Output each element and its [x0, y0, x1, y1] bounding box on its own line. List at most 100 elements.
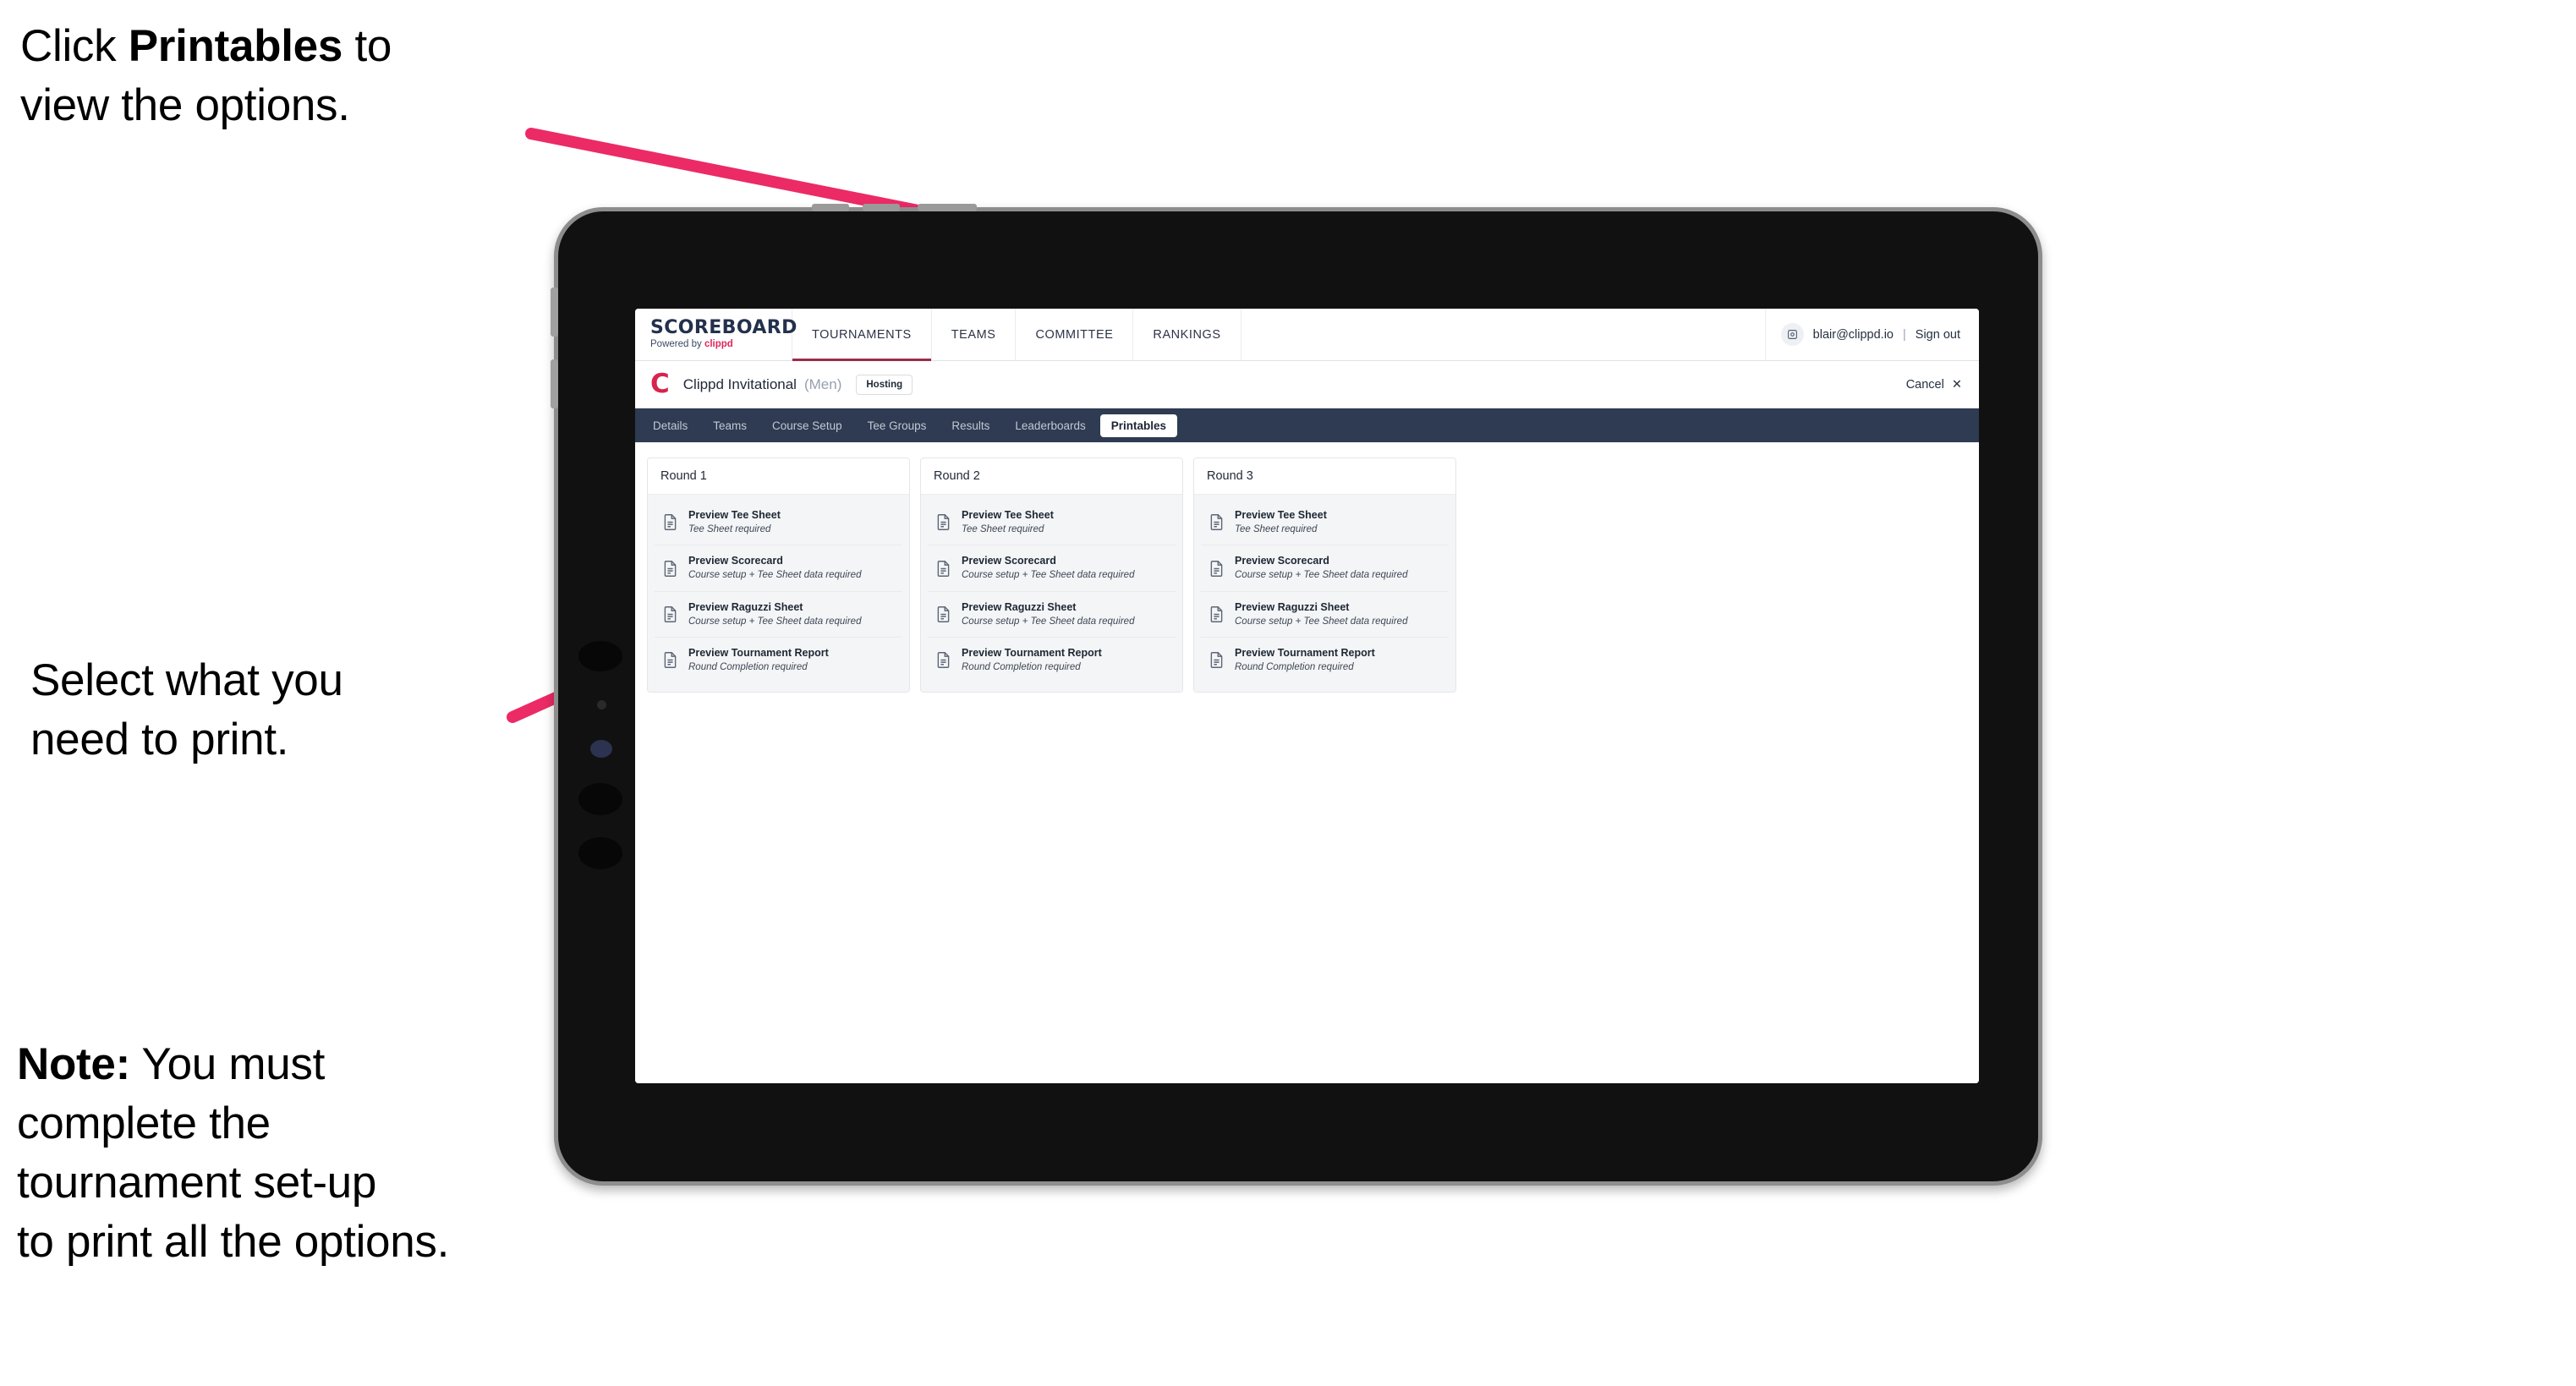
printable-title: Preview Tee Sheet [962, 509, 1054, 521]
device-speaker-icon-2 [578, 783, 622, 815]
printable-row-raguzzi-sheet[interactable]: Preview Raguzzi Sheet Course setup + Tee… [655, 592, 902, 638]
app-top-navbar: SCOREBOARD Powered by clippd TOURNAMENTS… [635, 309, 1979, 361]
printable-title: Preview Tournament Report [1235, 647, 1375, 660]
scoreboard-logo-wordmark: SCOREBOARD [650, 317, 797, 339]
printable-title: Preview Tee Sheet [1235, 509, 1327, 521]
tab-teams[interactable]: Teams [702, 414, 758, 437]
topnav-item-rankings[interactable]: RANKINGS [1133, 309, 1241, 360]
printable-row-scorecard[interactable]: Preview Scorecard Course setup + Tee She… [1201, 545, 1449, 592]
document-icon [661, 560, 679, 578]
printable-row-tee-sheet[interactable]: Preview Tee Sheet Tee Sheet required [1201, 500, 1449, 546]
annotation-1-bold: Printables [128, 21, 343, 71]
tab-label-printables: Printables [1110, 419, 1167, 432]
document-icon [934, 513, 952, 531]
printable-subtitle: Course setup + Tee Sheet data required [962, 616, 1135, 627]
printable-title: Preview Tournament Report [962, 647, 1102, 660]
printable-row-scorecard[interactable]: Preview Scorecard Course setup + Tee She… [928, 545, 1176, 592]
tablet-device: SCOREBOARD Powered by clippd TOURNAMENTS… [551, 204, 2042, 1186]
printable-title: Preview Raguzzi Sheet [1235, 600, 1350, 613]
annotation-1-text-before: Click [20, 21, 129, 71]
annotation-select-print: Select what you need to print. [30, 655, 343, 764]
tablet-screen: SCOREBOARD Powered by clippd TOURNAMENTS… [635, 309, 1979, 1083]
printable-title: Preview Scorecard [688, 555, 783, 567]
document-icon [1208, 605, 1225, 623]
user-avatar-icon[interactable] [1780, 323, 1804, 346]
device-sensor-icon [597, 700, 606, 709]
device-speaker-icon-3 [578, 837, 622, 869]
scoreboard-logo[interactable]: SCOREBOARD Powered by clippd [635, 309, 797, 360]
tab-label-details: Details [653, 419, 688, 432]
tab-leaderboards[interactable]: Leaderboards [1004, 414, 1096, 437]
device-top-button-1[interactable] [812, 204, 849, 211]
printable-subtitle: Course setup + Tee Sheet data required [1235, 570, 1408, 581]
printable-subtitle: Round Completion required [962, 662, 1081, 673]
cancel-button-label: Cancel [1905, 377, 1944, 392]
printable-row-tee-sheet[interactable]: Preview Tee Sheet Tee Sheet required [928, 500, 1176, 546]
printable-subtitle: Tee Sheet required [1235, 524, 1318, 534]
tournament-header: C Clippd Invitational (Men) Hosting Canc… [635, 361, 1979, 408]
document-icon [934, 651, 952, 669]
close-icon: ✕ [1951, 377, 1962, 392]
user-account-block: blair@clippd.io | Sign out [1766, 309, 1979, 360]
document-icon [1208, 651, 1225, 669]
annotation-click-printables: Click Printables to view the options. [20, 17, 578, 135]
printable-subtitle: Course setup + Tee Sheet data required [1235, 616, 1408, 627]
printable-row-tournament-report[interactable]: Preview Tournament Report Round Completi… [655, 638, 902, 682]
topnav-label-tournaments: TOURNAMENTS [812, 327, 912, 342]
printables-content-area: Round 1 Preview Tee Sheet Tee Sheet requ… [635, 442, 1979, 1083]
cancel-button[interactable]: Cancel ✕ [1906, 378, 1962, 392]
clippd-brand-label: clippd [704, 339, 733, 350]
tab-printables[interactable]: Printables [1099, 414, 1178, 437]
printable-title: Preview Tee Sheet [688, 509, 781, 521]
topnav-label-committee: COMMITTEE [1035, 327, 1114, 342]
document-icon [1208, 513, 1225, 531]
hosting-status-badge[interactable]: Hosting [856, 374, 913, 395]
printable-title: Preview Scorecard [962, 555, 1056, 567]
round-panel-2: Round 2 Preview Tee Sheet Tee Sheet requ… [920, 457, 1183, 693]
topnav-item-committee[interactable]: COMMITTEE [1016, 309, 1134, 360]
printable-subtitle: Course setup + Tee Sheet data required [688, 616, 862, 627]
device-top-button-2[interactable] [863, 204, 900, 211]
printable-subtitle: Round Completion required [688, 662, 808, 673]
tournament-gender-label: (Men) [803, 375, 842, 392]
round-panel-3: Round 3 Preview Tee Sheet Tee Sheet requ… [1193, 457, 1456, 693]
printable-subtitle: Course setup + Tee Sheet data required [688, 570, 862, 581]
printable-row-tournament-report[interactable]: Preview Tournament Report Round Completi… [928, 638, 1176, 682]
user-email-label: blair@clippd.io [1812, 327, 1894, 342]
printable-row-scorecard[interactable]: Preview Scorecard Course setup + Tee She… [655, 545, 902, 592]
document-icon [661, 605, 679, 623]
topnav-item-tournaments[interactable]: TOURNAMENTS [792, 309, 932, 361]
printable-row-tee-sheet[interactable]: Preview Tee Sheet Tee Sheet required [655, 500, 902, 546]
tab-label-results: Results [951, 419, 990, 432]
device-top-button-3[interactable] [918, 204, 977, 211]
device-volume-down-button[interactable] [551, 359, 558, 408]
scoreboard-logo-tagline: Powered by clippd [650, 340, 792, 350]
topnav-item-teams[interactable]: TEAMS [932, 309, 1017, 360]
printable-subtitle: Round Completion required [1235, 662, 1354, 673]
printable-subtitle: Tee Sheet required [962, 524, 1044, 534]
topnav-label-teams: TEAMS [951, 327, 996, 342]
document-icon [661, 513, 679, 531]
device-speaker-icon [578, 641, 622, 671]
user-separator: | [1903, 327, 1906, 342]
tab-details[interactable]: Details [642, 414, 699, 437]
device-volume-up-button[interactable] [551, 288, 558, 337]
tab-label-teams: Teams [713, 419, 748, 432]
printable-row-tournament-report[interactable]: Preview Tournament Report Round Completi… [1201, 638, 1449, 682]
tab-results[interactable]: Results [940, 414, 1000, 437]
round-3-items: Preview Tee Sheet Tee Sheet required Pre… [1194, 495, 1455, 692]
tournament-tab-strip: Details Teams Course Setup Tee Groups Re… [635, 408, 1979, 442]
tab-label-course-setup: Course Setup [772, 419, 842, 432]
document-icon [1208, 560, 1225, 578]
sign-out-link[interactable]: Sign out [1916, 328, 1960, 342]
topnav-spacer [1241, 309, 1766, 360]
printable-row-raguzzi-sheet[interactable]: Preview Raguzzi Sheet Course setup + Tee… [928, 592, 1176, 638]
printable-title: Preview Raguzzi Sheet [688, 600, 803, 613]
round-1-items: Preview Tee Sheet Tee Sheet required Pre… [648, 495, 909, 692]
tournament-name: Clippd Invitational [682, 375, 797, 392]
tab-course-setup[interactable]: Course Setup [761, 414, 853, 437]
tab-tee-groups[interactable]: Tee Groups [857, 414, 938, 437]
tab-label-tee-groups: Tee Groups [867, 419, 927, 432]
printable-row-raguzzi-sheet[interactable]: Preview Raguzzi Sheet Course setup + Tee… [1201, 592, 1449, 638]
round-2-items: Preview Tee Sheet Tee Sheet required Pre… [921, 495, 1182, 692]
